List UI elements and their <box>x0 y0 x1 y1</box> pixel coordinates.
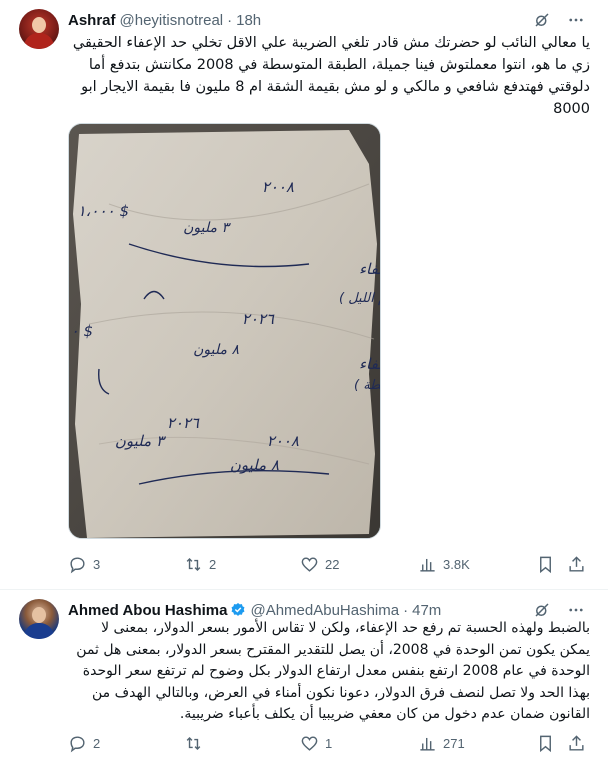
verified-badge-icon <box>230 602 246 618</box>
bookmark-icon <box>540 556 551 573</box>
note-line-6: $ ١٧٠،٠٠٠ <box>69 322 93 340</box>
tweet-1[interactable]: Ashraf @heyitisnotreal · 18h يا معالي ال… <box>0 0 608 590</box>
share-icon <box>569 555 584 572</box>
like-count: 22 <box>325 556 340 572</box>
reply-button[interactable]: 3 <box>68 555 100 574</box>
like-icon <box>301 735 318 751</box>
repost-icon <box>186 557 201 571</box>
separator-dot: · <box>403 601 409 619</box>
reply-count: 3 <box>93 556 101 572</box>
note-line-1: ٢٠٠٨ <box>262 178 294 196</box>
tweet-actions: 3 2 22 3.8K <box>68 554 586 574</box>
views-button[interactable]: 3.8K <box>418 555 470 574</box>
avatar[interactable] <box>19 9 59 49</box>
bookmark-button[interactable] <box>536 555 555 574</box>
note-line-3: حد الإعفاء <box>359 260 381 278</box>
grok-icon[interactable] <box>532 10 552 30</box>
note-line-5: ٢٠٢٦ <box>242 310 275 328</box>
timestamp[interactable]: 18h <box>236 12 261 29</box>
grok-icon[interactable] <box>532 600 552 620</box>
repost-count: 2 <box>209 556 217 572</box>
avatar-shirt <box>24 33 54 49</box>
views-button[interactable]: 271 <box>418 734 465 753</box>
like-button[interactable]: 1 <box>300 734 332 753</box>
note-line-12: ٢٠٢٦ <box>167 414 200 432</box>
tweet-actions: 2 1 271 <box>68 733 586 753</box>
like-icon <box>301 556 318 572</box>
reply-button[interactable]: 2 <box>68 734 100 753</box>
user-handle[interactable]: @AhmedAbuHashima <box>250 602 399 619</box>
repost-button[interactable] <box>184 734 209 753</box>
handwritten-note-photo: ٢٠٠٨ $ ١،٠٠٠ ٣ مليون حد الإعفاء ( ايه شق… <box>69 124 381 538</box>
avatar-face <box>32 17 46 33</box>
user-handle[interactable]: @heyitisnotreal <box>120 12 224 29</box>
like-button[interactable]: 22 <box>300 555 339 574</box>
note-line-0: $ ١،٠٠٠ <box>78 202 129 220</box>
note-line-10: ٢٠٠٨ <box>267 432 299 450</box>
repost-icon <box>186 736 201 750</box>
tweet-text: يا معالي النائب لو حضرتك مش قادر تلغي ال… <box>72 35 590 117</box>
share-icon <box>569 734 584 751</box>
tweet-top-actions <box>532 10 586 30</box>
separator-dot: · <box>227 11 233 29</box>
tweet-media-photo[interactable]: ٢٠٠٨ $ ١،٠٠٠ ٣ مليون حد الإعفاء ( ايه شق… <box>68 123 381 539</box>
tweet-text: بالضبط ولهذه الحسبة تم رفع حد الإعفاء، و… <box>76 620 590 722</box>
view-count: 271 <box>443 735 465 751</box>
tweet-header: Ahmed Abou Hashima @AhmedAbuHashima · 47… <box>68 600 441 620</box>
reply-count: 2 <box>93 735 101 751</box>
avatar[interactable] <box>19 599 59 639</box>
more-icon[interactable] <box>566 600 586 620</box>
repost-button[interactable]: 2 <box>184 555 216 574</box>
note-line-2: ٣ مليون <box>183 220 231 236</box>
view-count: 3.8K <box>443 556 470 572</box>
display-name[interactable]: Ashraf <box>68 12 116 29</box>
note-line-8: حد الإعفاء <box>359 355 381 373</box>
note-line-11: ٣ مليون <box>115 432 167 450</box>
tweet-top-actions <box>532 600 586 620</box>
bookmark-icon <box>540 735 551 752</box>
more-icon[interactable] <box>566 10 586 30</box>
views-icon <box>420 737 435 751</box>
note-line-9: ( امه شقة من مدينة نصر دبوسطة ) <box>354 378 381 393</box>
like-count: 1 <box>325 735 333 751</box>
tweet-header: Ashraf @heyitisnotreal · 18h <box>68 10 261 30</box>
note-line-4: ( ايه شقة من الزمالك ام الليل ) <box>339 291 381 306</box>
tweet-2[interactable]: Ahmed Abou Hashima @AhmedAbuHashima · 47… <box>0 590 608 773</box>
avatar-shirt <box>24 623 54 639</box>
share-button[interactable] <box>567 734 586 753</box>
note-line-7: ٨ مليون <box>193 342 239 358</box>
bookmark-button[interactable] <box>536 734 555 753</box>
reply-icon <box>70 735 85 752</box>
timestamp[interactable]: 47m <box>412 602 441 619</box>
reply-icon <box>70 556 85 573</box>
views-icon <box>420 558 435 572</box>
display-name[interactable]: Ahmed Abou Hashima <box>68 602 227 619</box>
share-button[interactable] <box>567 555 586 574</box>
avatar-face <box>32 607 46 623</box>
